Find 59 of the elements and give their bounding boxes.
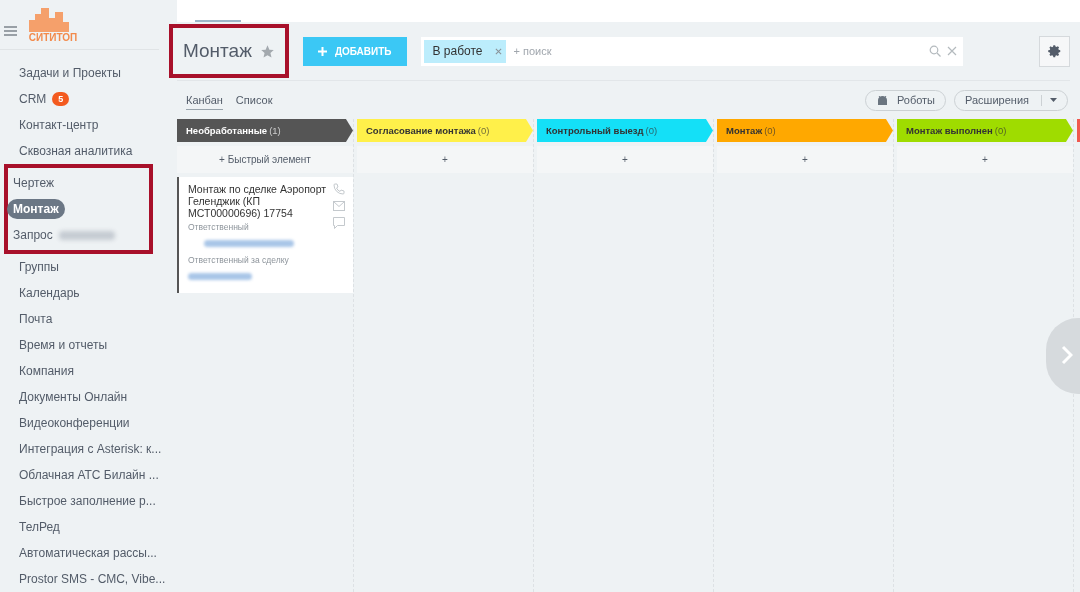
stage-header[interactable]: Монтаж (0)	[717, 119, 893, 142]
sidebar-item[interactable]: Контакт-центр	[19, 118, 99, 132]
quick-add-button[interactable]: +	[897, 146, 1073, 173]
stage-header[interactable]: Согласование монтажа (0)	[357, 119, 533, 142]
sidebar-item[interactable]: Prostor SMS - СМС, Vibe...	[19, 572, 166, 586]
sidebar-item[interactable]: Календарь	[19, 286, 80, 300]
sidebar-item[interactable]: ТелРед	[19, 520, 60, 534]
sidebar-item[interactable]: Видеоконференции	[19, 416, 130, 430]
sidebar-item[interactable]: Компания	[19, 364, 74, 378]
stage-header[interactable]: Монтаж выполнен (0)	[897, 119, 1073, 142]
field-label: Ответственный за сделку	[188, 255, 290, 266]
blurred-text	[188, 273, 252, 281]
robots-button[interactable]: Роботы	[864, 89, 946, 111]
close-icon[interactable]	[947, 46, 957, 56]
logo-text: СИТИТОП	[28, 32, 78, 43]
quick-add-button[interactable]: + Быстрый элемент	[177, 146, 353, 173]
card-title[interactable]: Монтаж по сделке Аэропорт Геленджик (КП МСТ00000696) 17754	[188, 183, 329, 220]
sidebar-item[interactable]: Документы Онлайн	[19, 390, 128, 404]
sidebar-item[interactable]: Облачная АТС Билайн ...	[19, 468, 159, 482]
sidebar-item[interactable]: Интеграция с Asterisk: к...	[19, 442, 162, 456]
sidebar-item[interactable]: Группы	[19, 260, 59, 274]
sidebar-item[interactable]: Сквозная аналитика	[19, 144, 133, 158]
stage-header[interactable]: Контрольный выезд (0)	[537, 119, 713, 142]
quick-add-button[interactable]: +	[357, 146, 533, 173]
caret-icon	[1050, 98, 1057, 102]
settings-icon	[1047, 44, 1062, 58]
chat-icon[interactable]	[333, 217, 345, 229]
filter-tag[interactable]: В работе	[423, 39, 506, 63]
field-label: Ответственный	[188, 222, 250, 233]
menu-icon[interactable]	[4, 26, 17, 36]
sidebar-item[interactable]: Задачи и Проекты	[19, 66, 121, 80]
sidebar-item[interactable]: Автоматическая рассы...	[19, 546, 157, 560]
sidebar-item[interactable]: Почта	[19, 312, 53, 326]
sidebar-item[interactable]: Чертеж	[13, 176, 54, 190]
sidebar-item[interactable]: Время и отчеты	[19, 338, 108, 352]
deal-card[interactable]: Монтаж по сделке Аэропорт Геленджик (КП МСТ00000696) 17754 Ответственный Ответственный за сделку	[177, 177, 353, 294]
star-icon[interactable]	[259, 43, 275, 59]
phone-icon[interactable]	[333, 183, 345, 195]
mail-icon[interactable]	[333, 201, 345, 211]
close-icon[interactable]	[494, 47, 502, 55]
sidebar-item[interactable]: Запрос	[13, 228, 53, 242]
plus-icon	[317, 46, 327, 56]
extensions-button[interactable]: Расширения	[954, 89, 1068, 111]
search-icon[interactable]	[929, 45, 941, 57]
blurred-text	[58, 230, 115, 240]
chevron-right-icon	[1061, 344, 1073, 365]
sidebar-item[interactable]: Монтаж	[7, 199, 65, 219]
page-title: Монтаж	[183, 40, 252, 62]
search-field[interactable]: В работе + поиск	[420, 36, 963, 66]
view-tab[interactable]: Список	[235, 90, 273, 110]
settings-button[interactable]	[1039, 35, 1070, 67]
count-badge: 5	[52, 92, 70, 106]
quick-add-button[interactable]: +	[717, 146, 893, 173]
sidebar-item[interactable]: Быстрое заполнение р...	[19, 494, 156, 508]
sidebar-item[interactable]: CRM	[19, 92, 47, 106]
stage-header[interactable]: Необработанные (1)	[177, 119, 353, 142]
quick-add-button[interactable]: +	[537, 146, 713, 173]
view-tab[interactable]: Канбан	[186, 90, 223, 110]
robot-icon	[875, 94, 889, 106]
